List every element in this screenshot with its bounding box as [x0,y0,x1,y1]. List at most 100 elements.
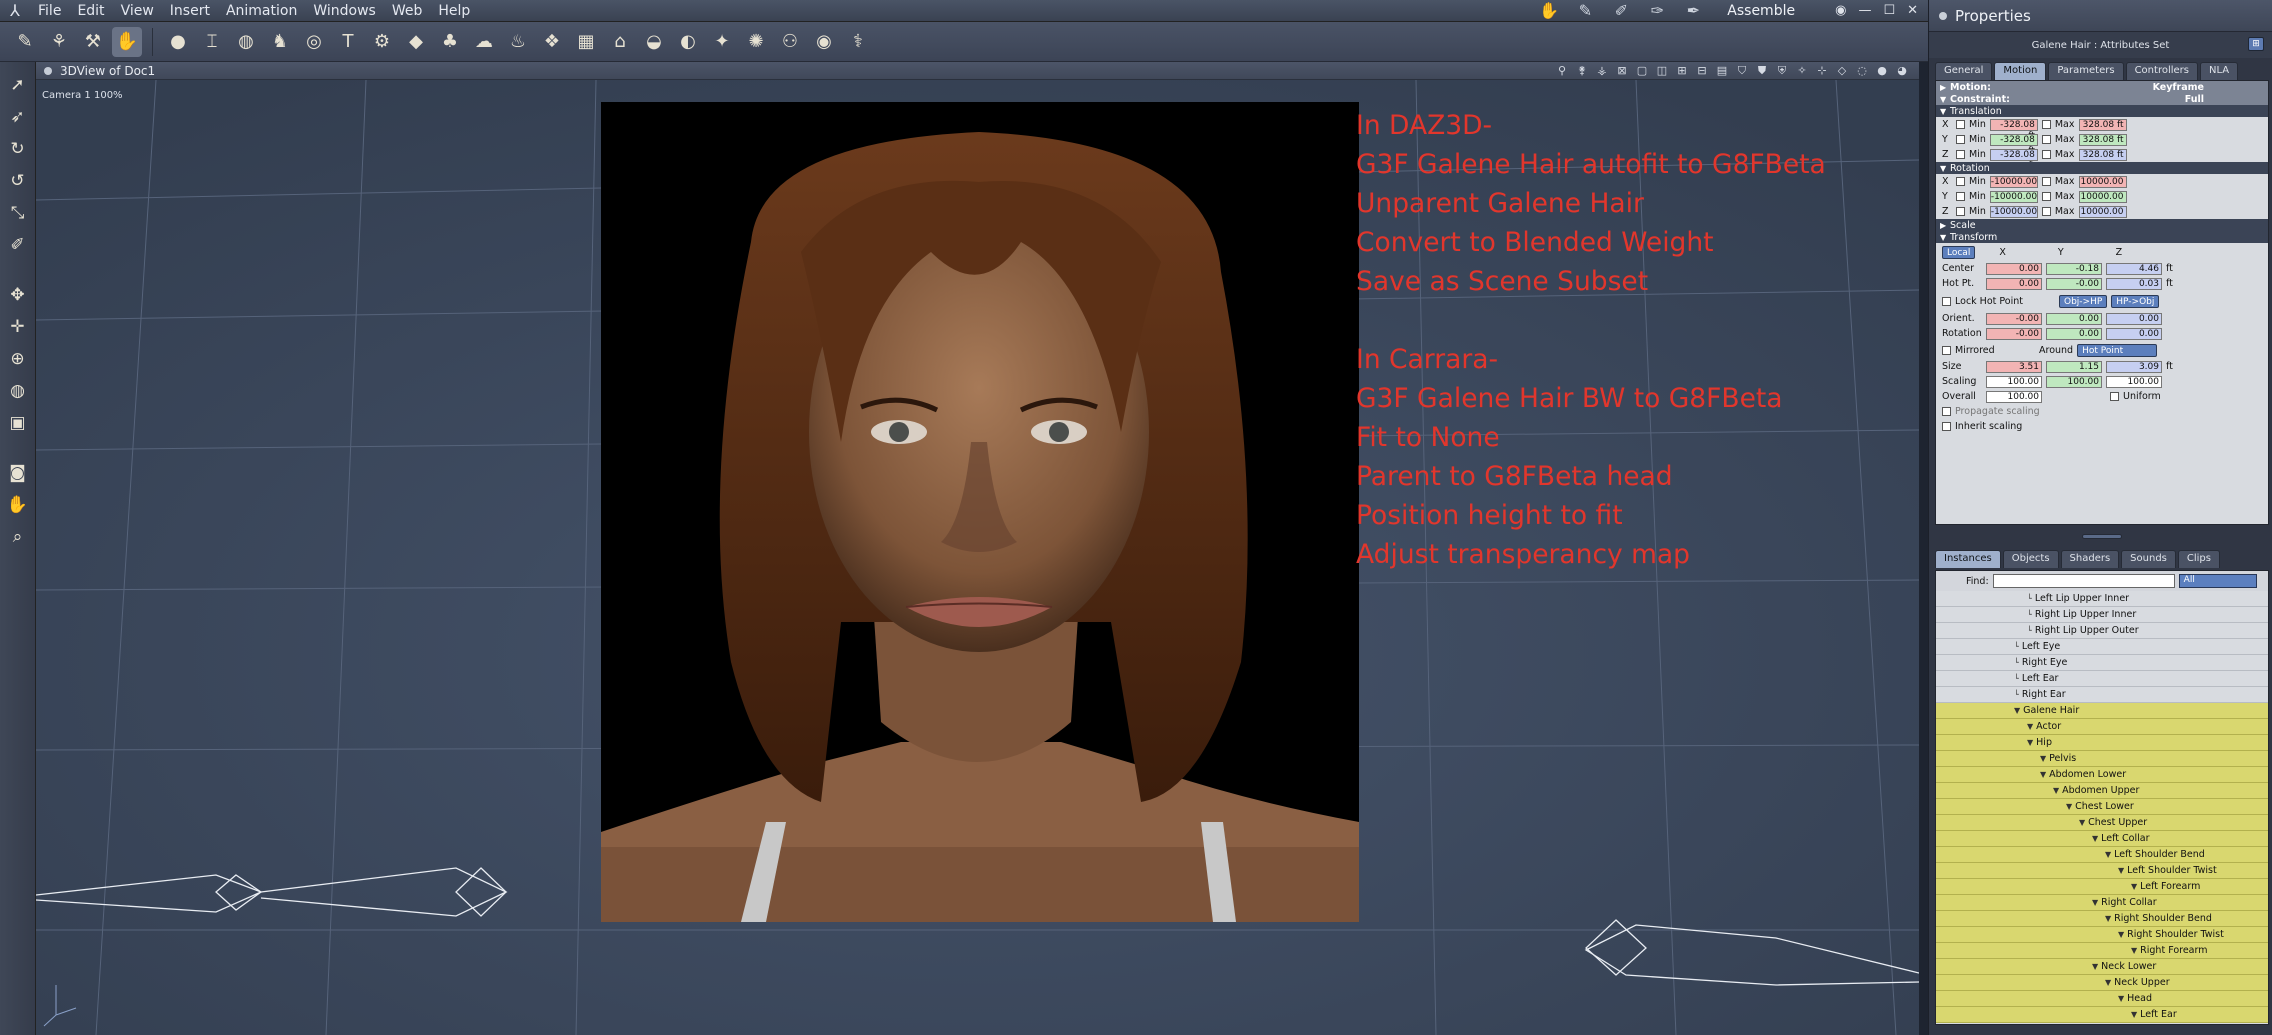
spotlight-icon[interactable]: ✦ [707,27,737,57]
size-z[interactable]: 3.09 [2106,360,2162,373]
tab-parameters[interactable]: Parameters [2048,62,2124,80]
figure-view-icon[interactable]: ⚲ [1555,64,1569,78]
model-room-icon[interactable]: ✎ [1571,1,1599,21]
scaling-y[interactable]: 100.00 [2046,375,2102,388]
tab-sounds[interactable]: Sounds [2121,550,2176,568]
max-checkbox[interactable] [2041,150,2051,159]
close-icon[interactable]: ✕ [1907,3,1918,18]
tree-expand-icon[interactable]: └ [2014,658,2019,667]
scale-icon[interactable]: ⤡ [4,200,32,226]
tree-expand-icon[interactable]: └ [2027,626,2032,635]
panel-close-icon[interactable] [1939,11,1947,20]
tree-expand-icon[interactable]: ▼ [2105,978,2111,987]
tab-nla[interactable]: NLA [2199,62,2239,80]
tree-row[interactable]: ▼ Right Shoulder Bend [1936,911,2268,927]
tree-row[interactable]: ▼ Right Collar [1936,895,2268,911]
rotation-y-min[interactable]: -10000.00 [1989,190,2038,203]
menu-web[interactable]: Web [384,0,431,22]
tab-instances[interactable]: Instances [1935,550,2001,568]
shield-alt-icon[interactable]: ⛊ [1755,64,1769,78]
tree-row[interactable]: ▼ Chest Upper [1936,815,2268,831]
lock-checkbox[interactable] [1956,207,1965,216]
tree-row[interactable]: └ Left Ear [1936,671,2268,687]
rotation-x-min[interactable]: -10000.00 [1989,175,2038,188]
tree-expand-icon[interactable]: ▼ [2040,754,2046,763]
figure-icon[interactable]: ♞ [265,27,295,57]
rotation-z-min[interactable]: -10000.00 [1989,205,2038,218]
expand-icon[interactable]: ⊠ [1615,64,1629,78]
edit-tool-icon[interactable]: ✎ [10,27,40,57]
twist-icon[interactable]: ↺ [4,168,32,194]
tree-expand-icon[interactable]: ▼ [2131,882,2137,891]
tree-expand-icon[interactable]: ▼ [2118,930,2124,939]
camera-rig-icon[interactable]: ⚇ [775,27,805,57]
storyboard-room-icon[interactable]: ✐ [1607,1,1635,21]
tree-row[interactable]: ▼ Head [1936,991,2268,1007]
move-xyz-icon[interactable]: ✥ [4,282,32,308]
shield-icon[interactable]: ⛉ [1735,64,1749,78]
ik-tool-icon[interactable]: ⚒ [78,27,108,57]
menu-animation[interactable]: Animation [218,0,305,22]
tree-row[interactable]: ▼ Pelvis [1936,751,2268,767]
lock-checkbox[interactable] [1956,150,1965,159]
menu-insert[interactable]: Insert [162,0,218,22]
rotation-y[interactable]: 0.00 [2046,327,2102,340]
tree-row[interactable]: ▼ Neck Upper [1936,975,2268,991]
eye-icon[interactable]: ◉ [1835,3,1846,18]
constraint-value[interactable]: Full [2185,94,2204,105]
translation-z-min[interactable]: -328.08 ft [1989,148,2038,171]
menu-file[interactable]: File [30,0,69,22]
app-logo-icon[interactable]: ⅄ [0,0,30,22]
virtual-trackball-icon[interactable]: ◍ [4,378,32,404]
tree-expand-icon[interactable]: ▼ [2118,866,2124,875]
tab-objects[interactable]: Objects [2002,550,2059,568]
texture-room-icon[interactable]: ✑ [1643,1,1671,21]
rotation-x[interactable]: -0.00 [1986,327,2042,340]
resize-icon[interactable]: ▣ [4,410,32,436]
inherit-scaling-checkbox[interactable] [1942,422,1951,431]
tab-clips[interactable]: Clips [2177,550,2220,568]
translation-section[interactable]: ▼ Translation [1936,105,2268,117]
tree-row[interactable]: └ Right Lip Upper Inner [1936,607,2268,623]
lock-hot-point-checkbox[interactable] [1942,296,1951,306]
camera-view-icon[interactable]: ⚶ [1595,64,1609,78]
tree-row[interactable]: ▼ Chest Lower [1936,799,2268,815]
tree-expand-icon[interactable]: └ [2014,642,2019,651]
torus-icon[interactable]: ◎ [299,27,329,57]
translation-x-min[interactable]: -328.08 ft [1989,118,2038,141]
select-arrow-icon[interactable]: ➚ [4,72,32,98]
tab-motion[interactable]: Motion [1994,62,2047,80]
tree-row[interactable]: └ Left Eye [1936,639,2268,655]
scaling-z[interactable]: 100.00 [2106,375,2162,388]
tree-expand-icon[interactable]: ▼ [2092,898,2098,907]
preview-sphere-icon[interactable]: ◕ [1895,64,1909,78]
tree-expand-icon[interactable]: ▼ [2118,994,2124,1003]
pin-icon[interactable]: ✐ [4,232,32,258]
hot-point-dropdown[interactable]: Hot Point [2077,343,2158,357]
max-checkbox[interactable] [2041,120,2051,129]
terrain-icon[interactable]: ◆ [401,27,431,57]
light-icon[interactable]: ◐ [673,27,703,57]
maximize-icon[interactable]: ☐ [1883,3,1895,18]
tree-row[interactable]: ▼ Right Forearm [1936,943,2268,959]
hand-tool-icon[interactable]: ✋ [112,26,142,57]
cube-icon[interactable]: ◇ [1835,64,1849,78]
camera-icon[interactable]: ◙ [4,460,32,486]
tree-row[interactable]: ▼ Abdomen Upper [1936,783,2268,799]
attributes-menu-button[interactable]: ⊞ [2248,37,2264,51]
center-x[interactable]: 0.00 [1986,262,2042,275]
light-view-icon[interactable]: ⚵ [1575,64,1589,78]
tree-row[interactable]: ▼ Right Shoulder Twist [1936,927,2268,943]
tree-expand-icon[interactable]: └ [2014,674,2019,683]
lock-checkbox[interactable] [1956,135,1965,144]
rotate-axis-icon[interactable]: ⊕ [4,346,32,372]
translation-y-min[interactable]: -328.08 ft [1989,133,2038,156]
hot-point-y[interactable]: -0.00 [2046,277,2102,290]
badge-icon[interactable]: ⛨ [1775,64,1789,78]
tree-expand-icon[interactable]: ▼ [2053,786,2059,795]
grid-object-icon[interactable]: ▦ [571,27,601,57]
globe-icon[interactable]: ◍ [231,27,261,57]
propagate-scaling-checkbox[interactable] [1942,407,1951,416]
move-plane-icon[interactable]: ✛ [4,314,32,340]
tree-row[interactable]: ▼ Neck Lower [1936,959,2268,975]
